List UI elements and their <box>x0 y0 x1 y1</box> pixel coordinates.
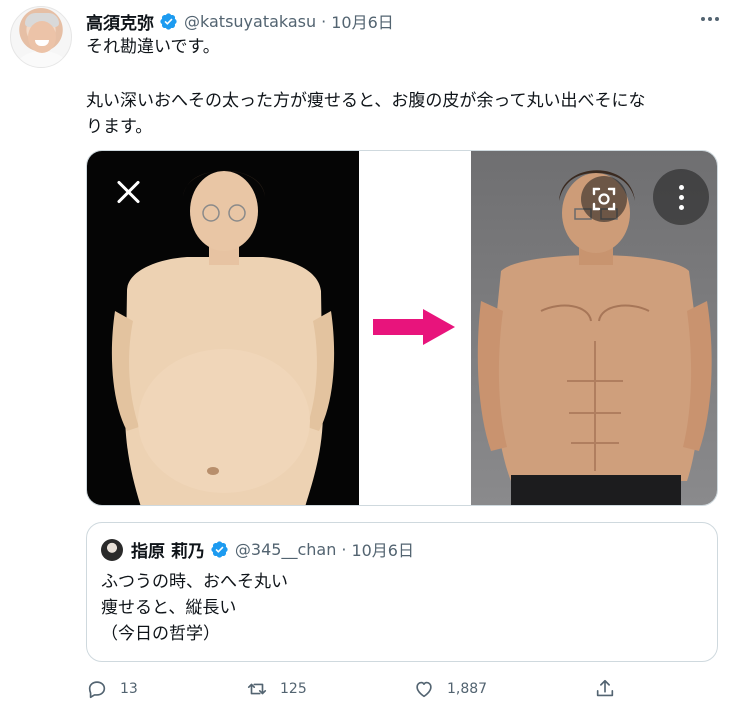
share-icon <box>596 679 614 697</box>
quoted-tweet-text: ふつうの時、おへそ丸い 痩せると、縦長い （今日の哲学） <box>101 569 288 647</box>
like-icon <box>416 681 432 698</box>
lens-icon[interactable] <box>581 176 627 222</box>
retweet-icon <box>247 683 267 695</box>
arrow-panel <box>359 151 471 505</box>
tweet-text-line-1: それ勘違いです。 <box>86 37 220 57</box>
verified-badge-icon <box>160 12 177 30</box>
more-icon[interactable] <box>692 4 728 34</box>
reply-count: 13 <box>120 681 138 697</box>
verified-badge-icon <box>211 540 228 558</box>
quoted-text-line-1: ふつうの時、おへそ丸い <box>101 572 288 592</box>
quoted-author-name[interactable]: 指原 莉乃 <box>131 537 205 562</box>
author-avatar[interactable] <box>10 6 72 68</box>
retweet-count: 125 <box>280 681 307 697</box>
quoted-author-avatar[interactable] <box>101 539 123 561</box>
quoted-text-line-2: 痩せると、縦長い <box>101 598 237 618</box>
reply-icon <box>88 681 106 699</box>
share-button[interactable] <box>594 676 616 702</box>
author-handle[interactable]: @katsuyatakasu <box>184 12 316 31</box>
quoted-tweet[interactable]: 指原 莉乃 @345__chan · 10月6日 ふつうの時、おへそ丸い 痩せる… <box>86 522 718 662</box>
author-name[interactable]: 高須克弥 <box>86 9 154 34</box>
like-count: 1,887 <box>447 681 488 697</box>
tweet-actions: 13 125 1,887 <box>86 676 718 702</box>
tweet-text-line-2: 丸い深いおへその太った方が痩せると、お腹の皮が余って丸い出べそにな <box>86 91 646 111</box>
arrow-right-icon <box>373 309 455 345</box>
header-separator: · <box>321 11 327 31</box>
tweet-media[interactable] <box>86 150 718 506</box>
like-button[interactable]: 1,887 <box>413 676 487 702</box>
tweet-date[interactable]: 10月6日 <box>331 9 394 33</box>
tweet-text-line-3: ります。 <box>86 117 153 137</box>
tweet-header: 高須克弥 @katsuyatakasu · 10月6日 <box>86 9 394 34</box>
quoted-header-separator: · <box>341 539 347 559</box>
before-photo <box>87 151 359 505</box>
tweet-text-body: 丸い深いおへその太った方が痩せると、お腹の皮が余って丸い出べそにな ります。 <box>86 88 718 140</box>
close-icon[interactable] <box>113 177 143 207</box>
quoted-tweet-header: 指原 莉乃 @345__chan · 10月6日 <box>131 537 414 562</box>
quoted-author-handle[interactable]: @345__chan <box>235 540 336 559</box>
quoted-tweet-date[interactable]: 10月6日 <box>351 537 414 561</box>
tweet: 高須克弥 @katsuyatakasu · 10月6日 それ勘違いです。 丸い深… <box>0 0 737 706</box>
image-more-icon[interactable] <box>653 169 709 225</box>
retweet-button[interactable]: 125 <box>246 676 307 702</box>
quoted-text-line-3: （今日の哲学） <box>101 624 220 644</box>
reply-button[interactable]: 13 <box>86 676 138 702</box>
